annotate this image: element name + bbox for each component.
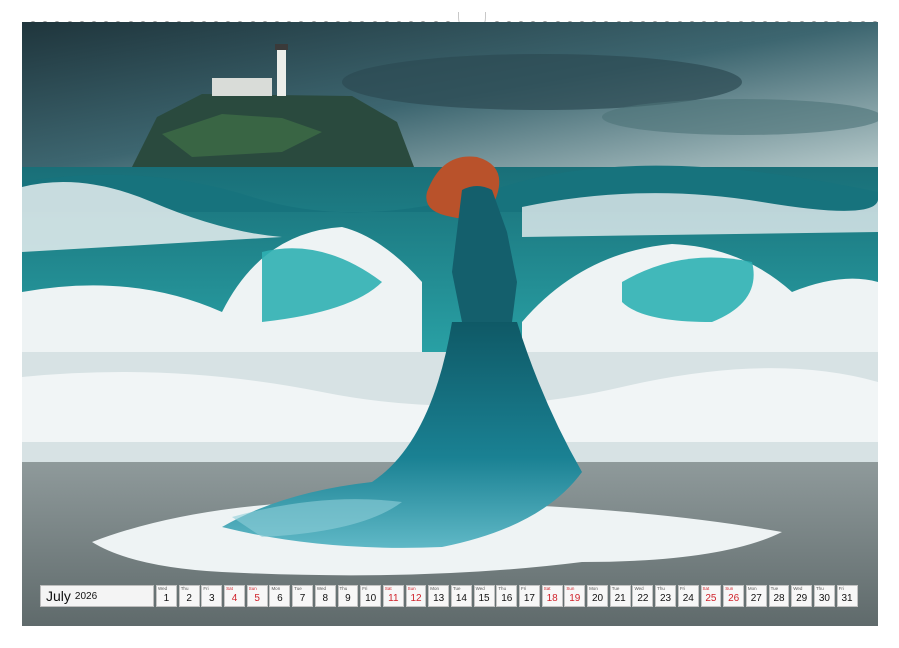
day-weekday: Wed bbox=[316, 586, 326, 591]
day-weekday: Tue bbox=[611, 586, 620, 591]
day-weekday: Sun bbox=[407, 586, 416, 591]
day-number: 8 bbox=[322, 593, 329, 604]
day-weekday: Sat bbox=[702, 586, 710, 591]
day-number: 9 bbox=[345, 593, 351, 604]
day-number: 24 bbox=[682, 593, 694, 604]
day-weekday: Fri bbox=[838, 586, 844, 591]
day-weekday: Thu bbox=[815, 586, 824, 591]
day-number: 2 bbox=[186, 593, 192, 604]
day-cell: Sun 26 bbox=[723, 585, 745, 607]
day-number: 26 bbox=[728, 593, 740, 604]
ocean-scene-image bbox=[22, 22, 878, 626]
day-weekday: Mon bbox=[271, 586, 281, 591]
day-cell: Sat 11 bbox=[382, 585, 404, 607]
day-number: 27 bbox=[750, 593, 762, 604]
day-weekday: Mon bbox=[747, 586, 757, 591]
day-cell: Thu 23 bbox=[655, 585, 677, 607]
day-number: 28 bbox=[773, 593, 785, 604]
day-cell: Thu 2 bbox=[178, 585, 200, 607]
day-weekday: Tue bbox=[770, 586, 779, 591]
day-cell: Wed 29 bbox=[791, 585, 813, 607]
day-number: 11 bbox=[388, 593, 399, 604]
day-weekday: Sun bbox=[566, 586, 575, 591]
day-weekday: Thu bbox=[180, 586, 189, 591]
day-number: 10 bbox=[365, 593, 377, 604]
day-number: 5 bbox=[254, 593, 260, 604]
day-cell: Tue 14 bbox=[450, 585, 472, 607]
day-number: 31 bbox=[841, 593, 853, 604]
month-label-box: July 2026 bbox=[40, 585, 154, 607]
day-cell: Sat 18 bbox=[541, 585, 563, 607]
day-weekday: Tue bbox=[452, 586, 461, 591]
day-cell: Fri 17 bbox=[519, 585, 540, 607]
day-weekday: Wed bbox=[793, 586, 803, 591]
day-weekday: Fri bbox=[521, 586, 527, 591]
day-cell: Tue 21 bbox=[609, 585, 631, 607]
day-cell: Mon 27 bbox=[745, 585, 767, 607]
day-number: 3 bbox=[209, 593, 215, 604]
day-number: 20 bbox=[591, 593, 604, 604]
day-number: 19 bbox=[569, 593, 581, 604]
day-cell: Thu 16 bbox=[496, 585, 518, 607]
day-weekday: Sat bbox=[543, 586, 551, 591]
day-cell: Mon 20 bbox=[587, 585, 608, 607]
day-weekday: Sun bbox=[725, 586, 734, 591]
day-number: 15 bbox=[478, 593, 490, 604]
day-number: 22 bbox=[637, 593, 649, 604]
day-weekday: Sun bbox=[248, 586, 257, 591]
day-number: 17 bbox=[523, 593, 535, 604]
day-cell: Fri 24 bbox=[677, 585, 699, 607]
day-weekday: Fri bbox=[362, 586, 368, 591]
day-weekday: Thu bbox=[498, 586, 507, 591]
day-number: 7 bbox=[299, 593, 306, 604]
day-number: 29 bbox=[796, 593, 808, 604]
day-cell: Wed 1 bbox=[156, 585, 177, 607]
day-cell: Sun 19 bbox=[564, 585, 586, 607]
day-cell: Tue 28 bbox=[768, 585, 790, 607]
day-number: 16 bbox=[501, 593, 513, 604]
day-cell: Wed 8 bbox=[314, 585, 336, 607]
day-weekday: Fri bbox=[203, 586, 209, 591]
day-number: 12 bbox=[410, 593, 422, 604]
day-number: 18 bbox=[546, 593, 558, 604]
day-weekday: Thu bbox=[657, 586, 665, 591]
month-name: July bbox=[46, 588, 71, 604]
day-number: 1 bbox=[163, 593, 170, 604]
day-cell: Fri 3 bbox=[201, 585, 223, 607]
day-cell: Fri 31 bbox=[836, 585, 858, 607]
day-weekday: Wed bbox=[158, 586, 168, 591]
day-number: 6 bbox=[277, 593, 283, 604]
day-cell: Tue 7 bbox=[292, 585, 314, 607]
day-number: 14 bbox=[455, 593, 467, 604]
calendar-artwork bbox=[22, 22, 878, 626]
day-weekday: Mon bbox=[430, 586, 440, 591]
day-weekday: Mon bbox=[589, 586, 598, 591]
day-cell: Fri 10 bbox=[360, 585, 382, 607]
day-number: 21 bbox=[614, 593, 626, 604]
day-cell: Sun 5 bbox=[246, 585, 268, 607]
day-number: 23 bbox=[660, 593, 672, 604]
day-cell: Wed 22 bbox=[632, 585, 654, 607]
day-cell: Mon 13 bbox=[428, 585, 450, 607]
day-weekday: Fri bbox=[679, 586, 686, 591]
day-number: 13 bbox=[433, 593, 445, 604]
day-number: 4 bbox=[231, 593, 238, 604]
year-label: 2026 bbox=[74, 590, 98, 602]
day-weekday: Tue bbox=[294, 586, 302, 591]
month-calendar-strip: July 2026 Wed 1 Thu 2 Fri 3 Sat 4 Sun 5 Mon 6 Tue 7 We… bbox=[40, 585, 859, 607]
day-cell: Sat 25 bbox=[700, 585, 722, 607]
day-weekday: Wed bbox=[634, 586, 644, 591]
day-cell: Thu 30 bbox=[813, 585, 835, 607]
day-cell: Mon 6 bbox=[269, 585, 291, 607]
day-weekday: Thu bbox=[339, 586, 348, 591]
day-number: 30 bbox=[818, 593, 830, 604]
day-weekday: Sat bbox=[226, 586, 233, 591]
day-cell: Thu 9 bbox=[337, 585, 359, 607]
day-cell: Sun 12 bbox=[405, 585, 427, 607]
day-cell: Sat 4 bbox=[224, 585, 245, 607]
day-number: 25 bbox=[705, 593, 717, 604]
day-weekday: Wed bbox=[475, 586, 485, 591]
day-weekday: Sat bbox=[384, 586, 392, 591]
day-cell: Wed 15 bbox=[473, 585, 495, 607]
